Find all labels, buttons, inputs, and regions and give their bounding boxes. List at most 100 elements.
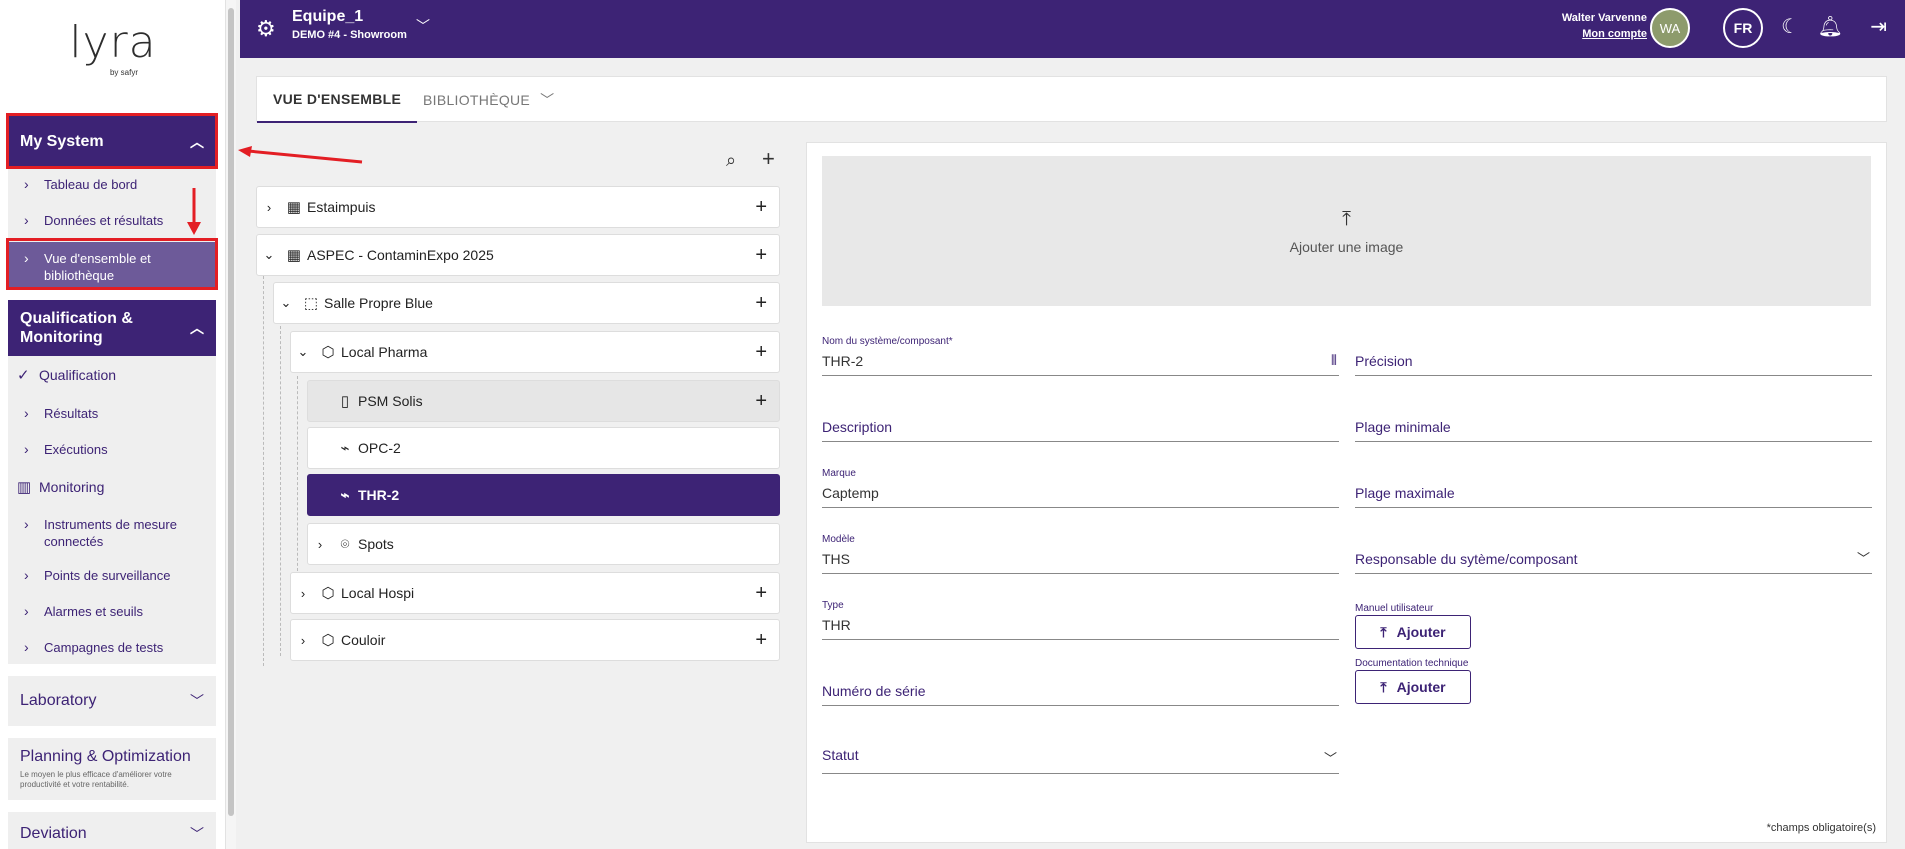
sidebar-item-executions[interactable]: › Exécutions <box>8 441 216 461</box>
sidebar-item-label: Monitoring <box>39 479 105 495</box>
tree-node-label: THR-2 <box>358 487 400 503</box>
detail-panel: ⤒ Ajouter une image Nom du système/compo… <box>806 142 1887 843</box>
sidebar-item-campagnes[interactable]: › Campagnes de tests <box>8 639 216 659</box>
add-icon[interactable]: + <box>755 390 767 413</box>
add-icon[interactable]: + <box>755 292 767 315</box>
bell-icon[interactable]: 🔔︎ <box>1818 14 1843 39</box>
name-field[interactable]: Nom du système/composant* THR-2 ⦀ <box>822 336 1339 376</box>
min-range-label: Plage minimale <box>1355 419 1451 435</box>
tree-node-spots[interactable]: › ⌾ Spots <box>307 523 780 565</box>
chevron-right-icon: › <box>24 405 29 421</box>
tech-doc-label: Documentation technique <box>1355 658 1469 669</box>
section-planning-label: Planning & Optimization <box>20 748 191 765</box>
chevron-right-icon[interactable]: › <box>291 633 315 648</box>
cube-icon: ⬡ <box>321 585 335 602</box>
gear-icon[interactable]: ⚙ <box>256 16 276 42</box>
tree-node-aspec[interactable]: ⌄ ▦ ASPEC - ContaminExpo 2025 + <box>256 234 780 276</box>
sidebar-item-alarmes[interactable]: › Alarmes et seuils <box>8 603 216 623</box>
sidebar-scrollbar[interactable] <box>226 0 236 849</box>
status-select[interactable]: Statut ﹀ <box>822 730 1339 774</box>
sidebar-item-points-surveillance[interactable]: › Points de surveillance <box>8 567 216 587</box>
tree-node-label: Salle Propre Blue <box>324 295 433 311</box>
chevron-right-icon[interactable]: › <box>257 200 281 215</box>
sensor-icon: ⌁ <box>340 440 350 457</box>
chevron-right-icon: › <box>24 639 29 655</box>
section-laboratory[interactable]: Laboratory ﹀ <box>8 676 216 726</box>
sidebar-item-resultats[interactable]: › Résultats <box>8 405 216 425</box>
section-planning[interactable]: Planning & Optimization Le moyen le plus… <box>8 738 216 800</box>
model-field[interactable]: Modèle THS <box>822 534 1339 574</box>
sidebar-item-monitoring[interactable]: ▥ Monitoring <box>8 479 216 499</box>
team-selector[interactable]: Equipe_1 DEMO #4 - Showroom <box>292 8 407 41</box>
tree-node-label: OPC-2 <box>358 440 401 456</box>
serial-field[interactable]: Numéro de série <box>822 666 1339 706</box>
account-link[interactable]: Mon compte <box>1562 28 1647 40</box>
manual-label: Manuel utilisateur <box>1355 603 1434 614</box>
cabinet-icon: ▯ <box>340 393 350 410</box>
name-value: THR-2 <box>822 353 864 369</box>
tree-node-local-pharma[interactable]: ⌄ ⬡ Local Pharma + <box>290 331 780 373</box>
chevron-down-icon[interactable]: ⌄ <box>274 295 298 311</box>
avatar[interactable]: WA <box>1650 8 1690 48</box>
chevron-right-icon: › <box>24 603 29 619</box>
map-pin-icon: ⌾ <box>340 535 350 553</box>
add-manual-button[interactable]: ⤒ Ajouter <box>1355 615 1471 649</box>
tree-node-opc-2[interactable]: ⌁ OPC-2 <box>307 427 780 469</box>
chevron-right-icon: › <box>24 176 29 192</box>
lyra-logo[interactable]: lyra by safyr <box>58 20 168 84</box>
logout-icon[interactable]: ⇥ <box>1870 14 1887 39</box>
section-deviation[interactable]: Deviation ﹀ <box>8 812 216 849</box>
precision-field[interactable]: Précision <box>1355 336 1872 376</box>
add-icon[interactable]: + <box>762 146 775 172</box>
language-button[interactable]: FR <box>1723 8 1763 48</box>
tree-node-estaimpuis[interactable]: › ▦ Estaimpuis + <box>256 186 780 228</box>
barcode-icon[interactable]: ⦀ <box>1331 352 1337 369</box>
chevron-down-icon: ﹀ <box>1323 751 1337 766</box>
tree-node-label: PSM Solis <box>358 393 423 409</box>
scrollbar-thumb[interactable] <box>228 8 234 816</box>
tree-node-psm-solis[interactable]: ▯ PSM Solis + <box>307 380 780 422</box>
tree-node-thr-2[interactable]: ⌁ THR-2 <box>307 474 780 516</box>
search-icon[interactable]: ⌕ <box>726 150 736 171</box>
add-icon[interactable]: + <box>755 629 767 652</box>
chevron-down-icon: ﹀ <box>190 826 204 842</box>
min-range-field[interactable]: Plage minimale <box>1355 402 1872 442</box>
type-field[interactable]: Type THR <box>822 600 1339 640</box>
chevron-down-icon[interactable]: ⌄ <box>257 247 281 263</box>
add-icon[interactable]: + <box>755 244 767 267</box>
chevron-up-icon: ︿ <box>190 319 204 336</box>
owner-select[interactable]: Responsable du sytème/composant ﹀ <box>1355 534 1872 574</box>
section-qualification-monitoring[interactable]: Qualification & Monitoring ︿ <box>8 300 216 356</box>
chevron-down-icon: ﹀ <box>190 693 204 709</box>
brand-field[interactable]: Marque Captemp <box>822 468 1339 508</box>
sensor-icon: ⌁ <box>340 487 350 504</box>
chevron-down-icon[interactable]: ⌄ <box>291 344 315 360</box>
add-icon[interactable]: + <box>755 341 767 364</box>
owner-label: Responsable du sytème/composant <box>1355 551 1578 567</box>
add-icon[interactable]: + <box>755 196 767 219</box>
dashed-square-icon: ⬚ <box>303 295 319 312</box>
add-tech-doc-label: Ajouter <box>1396 679 1446 695</box>
cube-icon: ⬡ <box>321 344 335 361</box>
tree-node-couloir[interactable]: › ⬡ Couloir + <box>290 619 780 661</box>
max-range-field[interactable]: Plage maximale <box>1355 468 1872 508</box>
tree-guide-line <box>297 376 298 576</box>
moon-icon[interactable]: ☾ <box>1781 14 1799 39</box>
sidebar-item-instruments[interactable]: › Instruments de mesure connectés <box>8 516 216 552</box>
chevron-right-icon[interactable]: › <box>291 586 315 601</box>
type-label: Type <box>822 600 844 611</box>
add-icon[interactable]: + <box>755 582 767 605</box>
description-label: Description <box>822 419 893 435</box>
add-tech-doc-button[interactable]: ⤒ Ajouter <box>1355 670 1471 704</box>
description-field[interactable]: Description <box>822 402 1339 442</box>
tree-node-local-hospi[interactable]: › ⬡ Local Hospi + <box>290 572 780 614</box>
tab-overview[interactable]: VUE D'ENSEMBLE <box>257 77 418 123</box>
chevron-right-icon[interactable]: › <box>308 537 332 552</box>
chevron-right-icon: › <box>24 567 29 583</box>
sidebar-item-qualification[interactable]: ✓ Qualification <box>8 367 216 387</box>
image-upload-area[interactable]: ⤒ Ajouter une image <box>822 156 1871 306</box>
chevron-right-icon: › <box>24 212 29 228</box>
chevron-down-icon[interactable]: ﹀ <box>416 16 430 36</box>
tab-library[interactable]: BIBLIOTHÈQUE ﹀ <box>407 77 570 123</box>
tree-node-salle-propre[interactable]: ⌄ ⬚ Salle Propre Blue + <box>273 282 780 324</box>
